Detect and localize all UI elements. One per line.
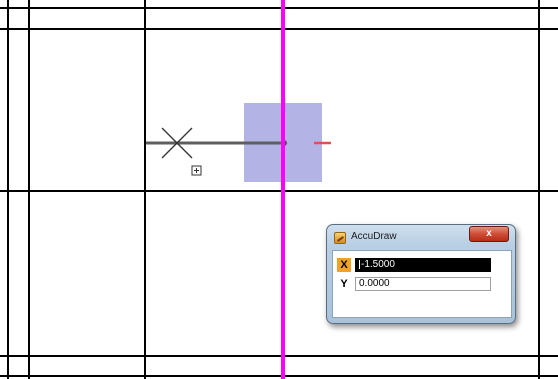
x-axis-label[interactable]: X [337, 258, 351, 272]
text-caret [359, 259, 360, 269]
y-axis-label[interactable]: Y [337, 277, 351, 291]
accudraw-titlebar[interactable]: AccuDraw x [327, 225, 515, 249]
accudraw-body: X -1.5000 Y 0.0000 [332, 250, 512, 318]
y-row: Y 0.0000 [335, 277, 511, 291]
close-button[interactable]: x [469, 226, 509, 242]
window-title: AccuDraw [351, 231, 397, 242]
y-input[interactable]: 0.0000 [355, 277, 491, 291]
accudraw-app-icon [334, 232, 346, 244]
y-value: 0.0000 [359, 278, 390, 289]
accudraw-window[interactable]: AccuDraw x X -1.5000 Y 0.0000 [326, 224, 516, 324]
drawing-view[interactable]: AccuDraw x X -1.5000 Y 0.0000 [0, 0, 558, 379]
cursor-plus-box-icon [191, 165, 202, 176]
x-row: X -1.5000 [335, 258, 511, 272]
x-value: -1.5000 [361, 259, 395, 270]
x-input[interactable]: -1.5000 [355, 258, 491, 272]
